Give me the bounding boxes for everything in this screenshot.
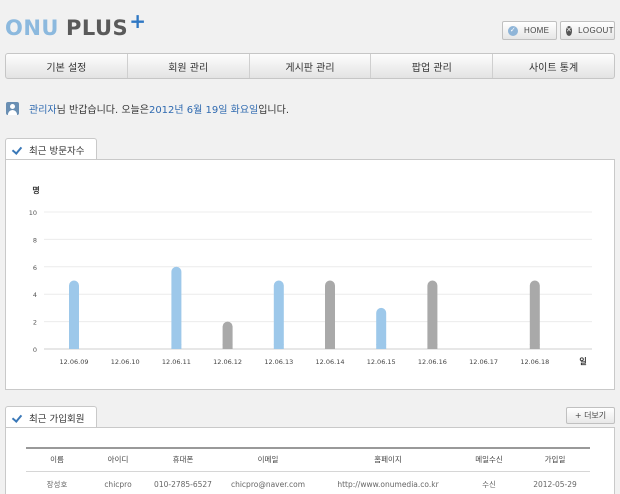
y-tick-label: 8 [33, 236, 37, 244]
user-icon [6, 101, 19, 115]
bar [171, 266, 182, 349]
column-header-name: 이름 [50, 455, 64, 465]
cell-email: chicpro@naver.com [230, 479, 306, 489]
welcome-message: 관리자 님 반갑습니다. 오늘은 2012년 6월 19일 화요일 입니다. [6, 100, 289, 116]
x-tick-label: 12.06.18 [520, 358, 549, 366]
bar-base [376, 344, 387, 349]
bar [427, 280, 438, 349]
table-row[interactable]: 장성호 chicpro 010-2785-6527 chicpro@naver.… [26, 471, 590, 494]
bar-base [529, 344, 540, 349]
members-table-header: 이름 아이디 휴대폰 이메일 홈페이지 메일수신 가입일 [26, 448, 590, 471]
welcome-user: 관리자 [29, 104, 57, 116]
recent-visitors-tab[interactable]: 최근 방문자수 [5, 138, 97, 160]
recent-members-tab-label: 최근 가입회원 [29, 413, 85, 425]
check-icon [12, 413, 22, 423]
nav-item-basic-settings[interactable]: 기본 설정 [6, 54, 128, 78]
members-table: 이름 아이디 휴대폰 이메일 홈페이지 메일수신 가입일 장성호 chicpro… [26, 447, 590, 494]
x-tick-label: 12.06.15 [367, 358, 396, 366]
bar-base [427, 344, 438, 349]
bar-base [222, 344, 233, 349]
cell-join-date: 2012-05-29 [533, 479, 577, 489]
nav-item-site-statistics[interactable]: 사이트 통계 [493, 54, 614, 78]
bar-base [171, 344, 182, 349]
x-tick-label: 12.06.12 [213, 358, 242, 366]
bar-base [325, 344, 335, 349]
bar-base [69, 344, 79, 349]
y-tick-label: 6 [33, 264, 37, 272]
bar-base [273, 344, 284, 349]
logout-button-label: LOGOUT [578, 26, 614, 35]
welcome-text-2: 입니다. [258, 104, 290, 116]
x-tick-label: 12.06.14 [316, 358, 345, 366]
y-axis-label: 명 [32, 185, 39, 195]
x-tick-label: 12.06.09 [60, 358, 89, 366]
check-icon [12, 145, 22, 155]
visitors-chart: 명 0 2 4 6 8 10 12.06.09 12.06.10 12.06.11 12.06.12… [29, 185, 592, 366]
main-nav: 기본 설정 회원 관리 게시판 관리 팝업 관리 사이트 통계 [5, 53, 615, 79]
y-tick-label: 2 [33, 319, 37, 327]
check-circle-icon: ✓ [508, 25, 518, 36]
cell-id: chicpro [104, 479, 132, 489]
visitors-chart-panel: 명 0 2 4 6 8 10 12.06.09 12.06.10 12.06.11 12.06.12… [5, 159, 615, 390]
x-tick-label: 12.06.16 [418, 358, 447, 366]
x-tick-label: 12.06.10 [111, 358, 140, 366]
bar [273, 280, 284, 349]
bar [529, 280, 540, 349]
home-button-label: HOME [524, 26, 550, 35]
nav-item-board-management[interactable]: 게시판 관리 [250, 54, 372, 78]
bar [69, 280, 79, 349]
x-tick-label: 12.06.13 [264, 358, 293, 366]
y-tick-label: 10 [29, 209, 37, 217]
nav-item-member-management[interactable]: 회원 관리 [128, 54, 250, 78]
x-axis-label: 일 [579, 356, 586, 366]
column-header-join-date: 가입일 [544, 455, 566, 465]
recent-members-tab[interactable]: 최근 가입회원 [5, 406, 97, 428]
bar [376, 307, 387, 349]
logo-plus-text: PLUS [65, 16, 129, 40]
welcome-date: 2012년 6월 19일 화요일 [148, 104, 259, 116]
nav-item-popup-management[interactable]: 팝업 관리 [371, 54, 494, 78]
welcome-text-1: 님 반갑습니다. 오늘은 [56, 104, 149, 116]
y-tick-label: 0 [33, 346, 37, 354]
home-button[interactable]: ✓ HOME [502, 21, 557, 40]
close-circle-icon: ✕ [566, 25, 573, 36]
column-header-phone: 휴대폰 [172, 455, 194, 465]
logo-onu-text: ONU [5, 16, 59, 40]
cell-name: 장성호 [46, 479, 68, 489]
logo[interactable]: ONU PLUS + [5, 9, 146, 42]
y-tick-label: 4 [33, 291, 37, 299]
column-header-homepage: 홈페이지 [374, 455, 402, 465]
column-header-id: 아이디 [107, 455, 129, 465]
logout-button[interactable]: ✕ LOGOUT [560, 21, 615, 40]
column-header-email: 이메일 [257, 455, 279, 465]
column-header-mail-receive: 메일수신 [475, 455, 503, 465]
bar [325, 280, 335, 349]
cell-phone: 010-2785-6527 [154, 479, 212, 489]
recent-visitors-tab-label: 최근 방문자수 [29, 145, 85, 157]
x-tick-label: 12.06.11 [162, 358, 191, 366]
logo-plus-icon: + [129, 9, 146, 33]
cell-homepage: http://www.onumedia.co.kr [337, 479, 439, 489]
more-button[interactable]: + 더보기 [566, 407, 615, 424]
x-tick-label: 12.06.17 [469, 358, 498, 366]
cell-mail-receive: 수신 [482, 479, 496, 489]
